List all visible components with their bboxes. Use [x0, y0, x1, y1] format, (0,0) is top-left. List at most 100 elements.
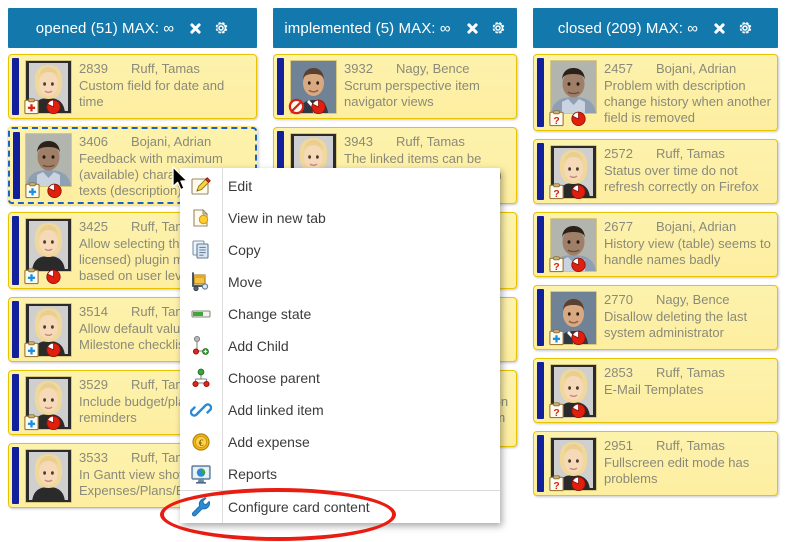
card-status-icons: [288, 98, 327, 115]
pie-chart-icon: [45, 341, 62, 358]
column-header-opened: opened (51) MAX: ∞: [8, 8, 257, 48]
card-id: 2677: [604, 219, 633, 234]
add-child-icon: [180, 335, 222, 357]
gear-icon[interactable]: [213, 20, 229, 36]
clipboard-question-icon: ?: [548, 110, 565, 127]
card-title: Status over time do not refresh correctl…: [604, 163, 759, 194]
card-id: 3533: [79, 450, 108, 465]
card-status-icons: ?: [548, 183, 587, 200]
card-owner: Bojani, Adrian: [656, 219, 737, 234]
card-color-bar: [537, 362, 544, 419]
context-menu-item-change-state[interactable]: Change state: [180, 298, 500, 330]
card[interactable]: 2839 Ruff, Tamas Custom field for date and…: [8, 54, 257, 119]
card-id: 3943: [344, 134, 373, 149]
clipboard-bug-icon: [23, 98, 40, 115]
card[interactable]: 2572 Ruff, Tamas Status over time do not r…: [533, 139, 778, 204]
card-status-icons: ?: [548, 256, 587, 273]
context-menu-item-add-child[interactable]: Add Child: [180, 330, 500, 362]
gear-icon[interactable]: [737, 20, 753, 36]
pie-chart-icon: [570, 402, 587, 419]
card-title: Fullscreen edit mode has problems: [604, 455, 750, 486]
context-menu-item-configure-card-content[interactable]: Configure card content: [180, 490, 500, 523]
card-color-bar: [537, 289, 544, 346]
column-title: closed (209) MAX: ∞: [557, 19, 699, 37]
card-title: History view (table) seems to handle nam…: [604, 236, 771, 267]
svg-text:?: ?: [553, 408, 559, 419]
close-icon[interactable]: [188, 21, 202, 35]
card[interactable]: 2853 Ruff, Tamas E-Mail Templates?: [533, 358, 778, 423]
link-chain-icon: [180, 399, 222, 421]
card-color-bar: [537, 58, 544, 127]
gear-icon[interactable]: [490, 20, 506, 36]
clipboard-feature-icon: [23, 268, 40, 285]
card-color-bar: [537, 216, 544, 273]
card[interactable]: 2457 Bojani, Adrian Problem with descripti…: [533, 54, 778, 131]
context-menu-item-copy[interactable]: Copy: [180, 234, 500, 266]
edit-pencil-icon: [180, 175, 222, 197]
column-header-actions: [188, 20, 229, 36]
column-header-implemented: implemented (5) MAX: ∞: [273, 8, 517, 48]
context-menu-item-label: Add Child: [228, 338, 289, 354]
new-tab-icon: [180, 207, 222, 229]
card[interactable]: 2770 Nagy, Bence Disallow deleting the las…: [533, 285, 778, 350]
copy-icon: [180, 239, 222, 261]
pie-chart-icon: [570, 110, 587, 127]
card-color-bar: [12, 58, 19, 115]
clipboard-question-icon: ?: [548, 183, 565, 200]
card-id: 3932: [344, 61, 373, 76]
context-menu-item-add-expense[interactable]: € Add expense: [180, 426, 500, 458]
context-menu-item-add-linked-item[interactable]: Add linked item: [180, 394, 500, 426]
context-menu-item-view-in-new-tab[interactable]: View in new tab: [180, 202, 500, 234]
context-menu-item-move[interactable]: Move: [180, 266, 500, 298]
card-owner: Ruff, Tamas: [656, 438, 725, 453]
card[interactable]: 3932 Nagy, Bence Scrum perspective item na…: [273, 54, 517, 119]
card-title: Custom field for date and time: [79, 78, 225, 109]
context-menu-item-label: Reports: [228, 466, 278, 482]
clipboard-question-icon: ?: [548, 256, 565, 273]
card-color-bar: [13, 132, 20, 199]
pie-chart-icon: [570, 475, 587, 492]
card-context-menu[interactable]: Edit View in new tab Copy Move Change state A…: [180, 168, 500, 523]
avatar: [25, 449, 72, 503]
column-cards-closed[interactable]: 2457 Bojani, Adrian Problem with descripti…: [525, 48, 786, 542]
context-menu-item-reports[interactable]: Reports: [180, 458, 500, 490]
move-dolly-icon: [180, 271, 222, 293]
clipboard-question-icon: ?: [548, 475, 565, 492]
choose-parent-icon: [180, 367, 222, 389]
close-icon[interactable]: [465, 21, 479, 35]
pie-chart-icon: [570, 256, 587, 273]
pie-chart-icon: [570, 183, 587, 200]
svg-text:€: €: [199, 439, 204, 449]
card-id: 3529: [79, 377, 108, 392]
card-title: Disallow deleting the last system admini…: [604, 309, 748, 340]
context-menu-item-label: Move: [228, 274, 263, 290]
card-id: 3406: [79, 134, 108, 149]
pie-chart-icon: [46, 182, 63, 199]
card-owner: Bojani, Adrian: [656, 61, 737, 76]
context-menu-item-edit[interactable]: Edit: [180, 170, 500, 202]
card-color-bar: [537, 143, 544, 200]
card-id: 3425: [79, 219, 108, 234]
context-menu-item-label: Add linked item: [228, 402, 324, 418]
avatar: [25, 218, 72, 272]
clipboard-blocked-icon: [288, 98, 305, 115]
column-title: implemented (5) MAX: ∞: [284, 19, 451, 37]
avatar: [550, 60, 597, 114]
context-menu-item-label: Edit: [228, 178, 253, 194]
clipboard-feature-icon: [24, 182, 41, 199]
card-id: 2572: [604, 146, 633, 161]
svg-text:?: ?: [553, 262, 559, 273]
svg-text:?: ?: [553, 189, 559, 200]
card-color-bar: [12, 447, 19, 504]
pie-chart-icon: [45, 414, 62, 431]
pie-chart-icon: [310, 98, 327, 115]
context-menu-item-choose-parent[interactable]: Choose parent: [180, 362, 500, 394]
column-header-actions: [465, 20, 506, 36]
close-icon[interactable]: [712, 21, 726, 35]
card-owner: Ruff, Tamas: [131, 61, 200, 76]
card-id: 2951: [604, 438, 633, 453]
clipboard-feature-icon: [548, 329, 565, 346]
card[interactable]: 2951 Ruff, Tamas Fullscreen edit mode has …: [533, 431, 778, 496]
card[interactable]: 2677 Bojani, Adrian History view (table) s…: [533, 212, 778, 277]
context-menu-item-label: Add expense: [228, 434, 310, 450]
